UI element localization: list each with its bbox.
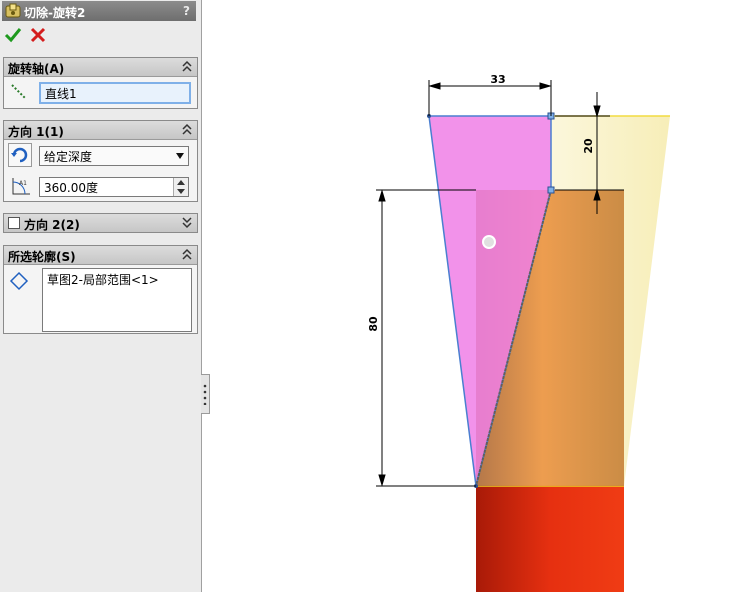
ok-check-icon[interactable] bbox=[4, 26, 22, 44]
collapse-icon[interactable] bbox=[181, 59, 193, 73]
red-body[interactable] bbox=[476, 486, 624, 592]
angle-icon: A1 bbox=[12, 178, 30, 195]
direction1-title: 方向 1(1) bbox=[8, 125, 64, 139]
direction2-checkbox[interactable] bbox=[8, 217, 20, 229]
expand-icon[interactable] bbox=[181, 215, 193, 229]
cancel-x-icon[interactable] bbox=[29, 26, 47, 44]
help-icon[interactable]: ? bbox=[183, 4, 190, 18]
contours-title: 所选轮廓(S) bbox=[8, 250, 76, 264]
rotation-axis-header[interactable]: 旋转轴(A) bbox=[4, 58, 197, 77]
axis-line-icon bbox=[11, 84, 27, 100]
reverse-direction-icon bbox=[11, 147, 28, 163]
end-condition-select[interactable]: 给定深度 bbox=[39, 146, 189, 166]
angle-spinner[interactable] bbox=[173, 178, 188, 196]
collapse-icon[interactable] bbox=[181, 122, 193, 136]
direction2-title: 方向 2(2) bbox=[24, 218, 80, 232]
angle-input[interactable]: 360.00度 bbox=[39, 177, 189, 197]
contours-group: 所选轮廓(S) 草图2-局部范围<1> bbox=[3, 245, 198, 334]
direction1-header[interactable]: 方向 1(1) bbox=[4, 121, 197, 140]
feature-title-bar: 切除-旋转2 ? bbox=[2, 1, 196, 21]
angle-value: 360.00度 bbox=[44, 181, 98, 195]
sketch-point[interactable] bbox=[547, 186, 555, 194]
end-condition-value: 给定深度 bbox=[44, 150, 93, 164]
reverse-direction-button[interactable] bbox=[8, 143, 32, 167]
dimension-height-value[interactable]: 80 bbox=[367, 316, 380, 332]
rotation-axis-title: 旋转轴(A) bbox=[8, 62, 65, 76]
property-manager: 切除-旋转2 ? 旋转轴(A) 直线1 方向 1(1) 给定深度 A1 360.… bbox=[0, 0, 202, 592]
rotation-axis-field[interactable]: 直线1 bbox=[39, 82, 191, 104]
origin-marker bbox=[482, 235, 496, 249]
list-item[interactable]: 草图2-局部范围<1> bbox=[47, 271, 159, 288]
contour-icon bbox=[9, 271, 29, 291]
chevron-down-icon[interactable] bbox=[175, 152, 185, 160]
dimension-top-width-value[interactable]: 33 bbox=[490, 73, 505, 86]
collapse-icon[interactable] bbox=[181, 247, 193, 261]
svg-text:A1: A1 bbox=[19, 180, 27, 187]
direction2-header[interactable]: 方向 2(2) bbox=[4, 214, 197, 232]
feature-title: 切除-旋转2 bbox=[24, 6, 86, 20]
rotation-axis-value: 直线1 bbox=[45, 87, 77, 101]
graphics-area[interactable]: 33 20 80 bbox=[202, 0, 749, 592]
rotation-axis-group: 旋转轴(A) 直线1 bbox=[3, 57, 198, 109]
spin-down-icon[interactable] bbox=[177, 189, 185, 194]
direction1-group: 方向 1(1) 给定深度 A1 360.00度 bbox=[3, 120, 198, 202]
dimension-top-offset-value[interactable]: 20 bbox=[582, 138, 595, 154]
direction2-group: 方向 2(2) bbox=[3, 213, 198, 233]
spin-up-icon[interactable] bbox=[177, 180, 185, 185]
contours-list[interactable]: 草图2-局部范围<1> bbox=[42, 268, 192, 332]
revolve-cut-icon bbox=[5, 3, 21, 18]
contours-header[interactable]: 所选轮廓(S) bbox=[4, 246, 197, 265]
